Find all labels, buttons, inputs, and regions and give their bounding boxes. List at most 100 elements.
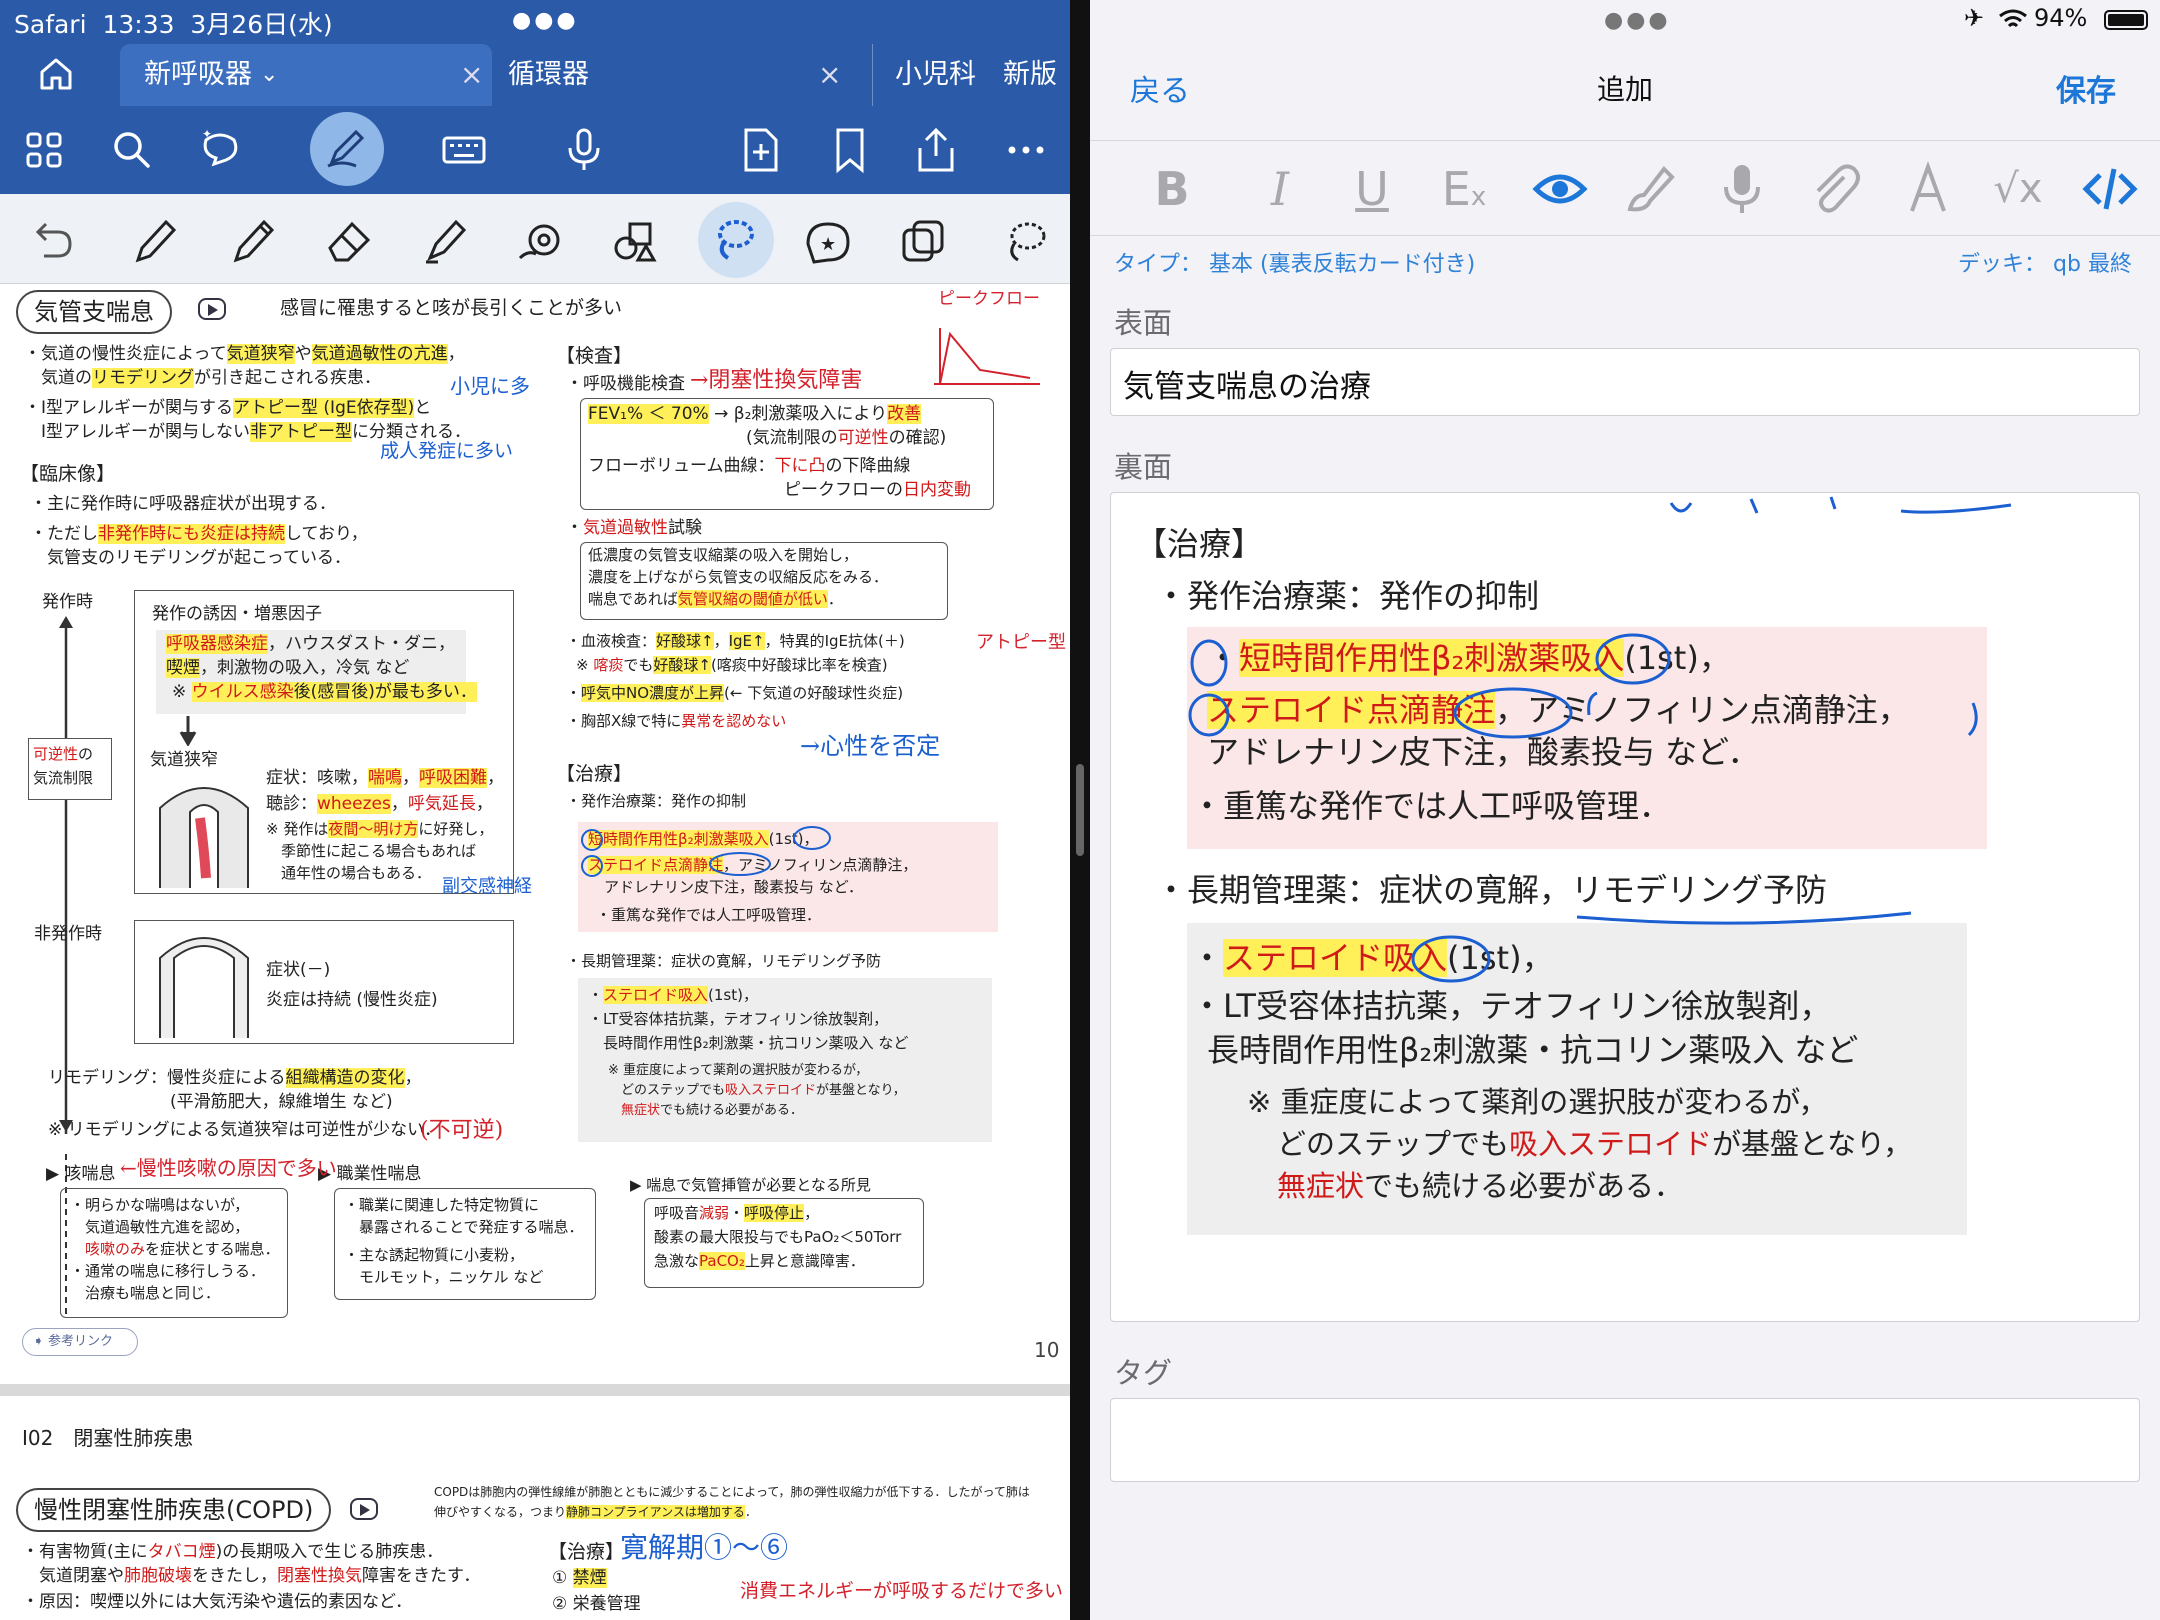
deck-selector[interactable]: デッキ： qb 最終 [1958, 246, 2132, 278]
microphone-icon[interactable] [560, 126, 608, 174]
bold-icon[interactable]: B [1142, 159, 1202, 219]
trigger-line: ※ ウイルス感染後(感冒後)が最も多い． [172, 682, 477, 702]
handwriting-chronic-cough: ←慢性咳嗽の原因で多い [120, 1156, 337, 1180]
page-number: 10 [1034, 1338, 1060, 1362]
back-field[interactable]: 【治療】 ・発作治療薬：発作の抑制 ・短時間作用性β₂刺激薬吸入(1st)， ス… [1110, 492, 2140, 1322]
fountain-pen-icon[interactable] [128, 214, 182, 268]
cough-line: 気道過敏性亢進を認め， [70, 1218, 250, 1236]
tags-field[interactable] [1110, 1398, 2140, 1482]
preview-icon[interactable] [1530, 159, 1590, 219]
remodeling-note: ※ リモデリングによる気道狭窄は可逆性が少ない． [48, 1120, 442, 1140]
note-page[interactable]: 気管支喘息 感冒に罹患すると咳が長引くことが多い ・気道の慢性炎症によって気道狭… [0, 284, 1070, 1384]
trigger-line: 呼吸器感染症，ハウスダスト・ダニ， [166, 634, 455, 654]
play-button[interactable] [350, 1498, 378, 1520]
exam-line: ・血液検査：好酸球↑，IgE↑，特異的IgE抗体(＋) [566, 632, 905, 650]
document-tab-bar: 新呼吸器 ⌄ × 循環器 × 小児科 新版 [0, 40, 1070, 106]
attack-label: 発作時 [42, 592, 93, 612]
note-type[interactable]: タイプ： 基本 (裏表反転カード付き) [1114, 246, 1475, 278]
elements-icon[interactable] [608, 214, 662, 268]
exam-line: ・胸部X線で特に異常を認めない [566, 712, 787, 730]
clinical-line: ・ただし非発作時にも炎症は持続しており， [30, 524, 368, 544]
microphone-icon[interactable] [1712, 159, 1772, 219]
code-icon[interactable] [2080, 159, 2140, 219]
left-status-bar: Safari 13:33 3月26日(水) ●●● [0, 0, 1070, 40]
share-icon[interactable] [912, 126, 960, 174]
svg-text:★: ★ [820, 234, 836, 255]
front-field[interactable]: 気管支喘息の治療 [1110, 348, 2140, 416]
treatment-note: ※ 重症度によって薬剤の選択肢が変わるが， [608, 1063, 869, 1078]
math-icon[interactable]: √x [1988, 159, 2048, 219]
notes-app: Safari 13:33 3月26日(水) ●●● 新呼吸器 ⌄ × 循環器 ×… [0, 0, 1070, 1620]
reversible-label: 可逆性の 気流制限 [28, 738, 112, 800]
pen-tool-bar: ★ [0, 194, 1070, 284]
note-line: 通年性の場合もある． [266, 864, 432, 882]
ai-lasso-icon[interactable]: ✦ [196, 126, 244, 174]
right-status-bar: ●●● ✈ 94% [1090, 0, 2160, 40]
status-time: 13:33 [102, 10, 175, 39]
occupational-line: ・主な誘起物質に小麦粉， [344, 1246, 525, 1264]
definition-line: ・気道の慢性炎症によって気道狭窄や気道過敏性の亢進， [24, 344, 465, 364]
reference-link-button[interactable]: ➧ 参考リンク [22, 1328, 138, 1356]
search-icon[interactable] [108, 126, 156, 174]
grid-icon[interactable] [20, 126, 68, 174]
copd-description: COPDは肺胞内の弾性線維が肺胞とともに減少することによって，肺の弾性収縮力が低… [434, 1485, 1030, 1499]
pencil-icon[interactable] [226, 214, 280, 268]
lasso-select-icon[interactable] [1000, 214, 1054, 268]
copd-treatment-heading: 【治療】 [548, 1541, 625, 1563]
note-page-2[interactable]: I02 閉塞性肺疾患 慢性閉塞性肺疾患(COPD) COPDは肺胞内の弾性線維が… [0, 1396, 1070, 1620]
exam-line: ・呼吸機能検査 [566, 374, 685, 394]
sticker-icon[interactable]: ★ [800, 214, 854, 268]
nonattack-label: 非発作時 [34, 924, 102, 944]
save-button[interactable]: 保存 [2056, 66, 2116, 110]
copy-icon[interactable] [896, 214, 950, 268]
cough-line: 咳嗽のみを症状とする喘息． [70, 1240, 280, 1258]
exam-line: ※ 喀痰でも好酸球↑(喀痰中好酸球比率を検査) [576, 656, 888, 674]
remodeling-line: リモデリング：慢性炎症による組織構造の変化， [48, 1068, 422, 1088]
italic-icon[interactable]: I [1250, 159, 1310, 219]
intro-text: 感冒に罹患すると咳が長引くことが多い [280, 297, 623, 319]
exam-line: 濃度を上げながら気管支の収縮反応をみる． [588, 568, 889, 586]
multitask-dots-icon[interactable]: ●●● [512, 8, 579, 33]
attachment-icon[interactable] [1804, 159, 1864, 219]
exam-line: ・気道過敏性試験 [566, 518, 702, 538]
underline-icon[interactable]: U [1342, 159, 1402, 219]
tab-respiratory[interactable]: 新呼吸器 ⌄ × [120, 44, 492, 106]
pen-mode-icon[interactable] [322, 124, 370, 172]
undo-icon[interactable] [24, 214, 78, 268]
flashcard-app: ●●● ✈ 94% 戻る 追加 保存 B I U Ex √x タイプ： 基本 (… [1090, 0, 2160, 1620]
split-view-divider[interactable] [1070, 0, 1090, 1620]
page2-title: 慢性閉塞性肺疾患(COPD) [16, 1488, 332, 1532]
clear-format-icon[interactable]: Ex [1434, 159, 1494, 219]
copd-line: 気道閉塞や肺胞破壊をきたし，閉塞性換気障害をきたす． [22, 1566, 481, 1586]
clinical-line: ・主に発作時に呼吸器症状が出現する． [30, 494, 336, 514]
trigger-line: 喫煙，刺激物の吸入，冷気 など [166, 658, 410, 678]
status-date: 3月26日(水) [190, 10, 333, 39]
keyboard-icon[interactable] [440, 126, 488, 174]
bookmark-icon[interactable] [826, 126, 874, 174]
copd-treatment-line: ② 栄養管理 [552, 1594, 641, 1614]
chevron-down-icon[interactable]: ⌄ [260, 44, 278, 106]
brush-icon[interactable] [1620, 159, 1680, 219]
peak-flow-sketch [934, 328, 1040, 385]
more-icon[interactable] [1002, 126, 1050, 174]
add-page-icon[interactable] [736, 126, 784, 174]
home-icon[interactable] [36, 54, 76, 94]
navigation-bar: 戻る 追加 保存 [1090, 40, 2160, 140]
definition-line: ・Ⅰ型アレルギーが関与するアトピー型 (IgE依存型)と [24, 398, 432, 418]
ink-icon[interactable] [1898, 159, 1958, 219]
copd-treatment-line: ① 禁煙 [552, 1568, 607, 1588]
tab-pediatrics[interactable]: 小児科 新版 [872, 44, 1062, 106]
play-button[interactable] [198, 298, 226, 320]
tab-circulatory[interactable]: 循環器 × [500, 44, 841, 106]
exam-line: 低濃度の気管支収縮薬の吸入を開始し， [588, 546, 859, 564]
shape-icon[interactable] [514, 214, 568, 268]
eraser-icon[interactable] [322, 214, 376, 268]
multitask-dots-icon[interactable]: ●●● [1604, 8, 1671, 33]
wifi-icon [1999, 9, 2027, 28]
close-tab-icon[interactable]: × [818, 44, 841, 106]
lasso-icon[interactable] [708, 212, 762, 266]
highlighter-icon[interactable] [418, 214, 472, 268]
split-view-handle[interactable] [1076, 764, 1084, 856]
back-label: 裏面 [1114, 450, 1173, 484]
close-tab-icon[interactable]: × [460, 44, 483, 106]
